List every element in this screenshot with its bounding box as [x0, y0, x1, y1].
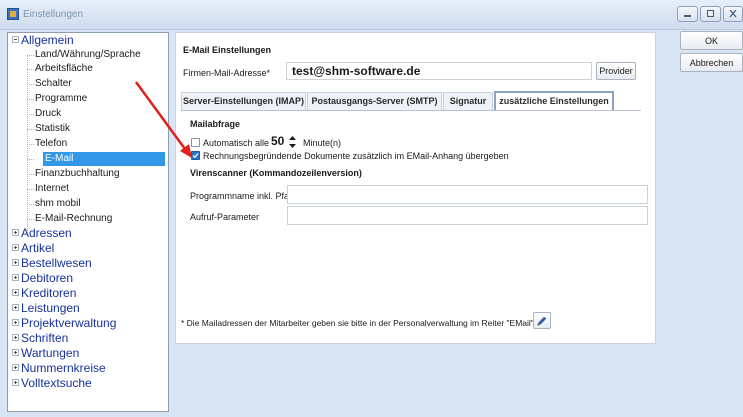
window-title: Einstellungen: [23, 9, 84, 20]
tree-node-label: Nummernkreise: [21, 361, 106, 375]
tree-node-label: Kreditoren: [21, 286, 77, 300]
tree-node-label: Schriften: [21, 331, 69, 345]
expand-icon[interactable]: [12, 304, 19, 311]
app-icon: [7, 8, 19, 20]
program-path-input[interactable]: [287, 185, 648, 204]
tree-item-finanzbuchhaltung[interactable]: Finanzbuchhaltung: [35, 167, 120, 181]
collapse-icon[interactable]: [12, 36, 19, 43]
tree-node-label: Projektverwaltung: [21, 316, 117, 330]
tree-item-shm-mobil[interactable]: shm mobil: [35, 197, 81, 211]
tree-node-artikel[interactable]: Artikel: [12, 241, 54, 255]
tree-node-adressen[interactable]: Adressen: [12, 226, 72, 240]
attach-documents-label: Rechnungsbegründende Dokumente zusätzlic…: [203, 151, 509, 161]
tree-item-schalter[interactable]: Schalter: [35, 77, 72, 91]
tree-item-telefon[interactable]: Telefon: [35, 137, 67, 151]
edit-employees-button[interactable]: [533, 312, 551, 329]
tree-node-label: Volltextsuche: [21, 376, 92, 390]
spinner-arrows-icon[interactable]: [288, 134, 297, 150]
expand-icon[interactable]: [12, 244, 19, 251]
tree-node-debitoren[interactable]: Debitoren: [12, 271, 73, 285]
call-params-label: Aufruf-Parameter: [190, 212, 260, 222]
tree-node-volltextsuche[interactable]: Volltextsuche: [12, 376, 92, 390]
tree-node-bestellwesen[interactable]: Bestellwesen: [12, 256, 92, 270]
tree-item-statistik[interactable]: Statistik: [35, 122, 70, 136]
tree-node-label: Bestellwesen: [21, 256, 92, 270]
interval-value[interactable]: 50: [271, 134, 284, 148]
tree-node-label: Adressen: [21, 226, 72, 240]
company-mail-label: Firmen-Mail-Adresse*: [183, 68, 271, 78]
virenscanner-heading: Virenscanner (Kommandozeilenversion): [190, 168, 362, 178]
program-path-label: Programmname inkl. Pfad: [190, 191, 295, 201]
tree-item-arbeitsflaeche[interactable]: Arbeitsfläche: [35, 62, 93, 76]
ok-button[interactable]: OK: [680, 31, 743, 50]
tree-node-label: Debitoren: [21, 271, 74, 285]
minimize-button[interactable]: [677, 6, 698, 22]
expand-icon[interactable]: [12, 379, 19, 386]
provider-button[interactable]: Provider: [596, 62, 636, 80]
tree-node-label: Leistungen: [21, 301, 80, 315]
expand-icon[interactable]: [12, 259, 19, 266]
tree-item-internet[interactable]: Internet: [35, 182, 69, 196]
tree-node-leistungen[interactable]: Leistungen: [12, 301, 80, 315]
interval-spinner[interactable]: [288, 134, 297, 150]
footer-note: * Die Mailadressen der Mitarbeiter geben…: [181, 318, 550, 328]
tree-node-kreditoren[interactable]: Kreditoren: [12, 286, 76, 300]
tab-signatur[interactable]: Signatur: [443, 92, 493, 110]
tree-item-email-rechnung[interactable]: E-Mail-Rechnung: [35, 212, 112, 226]
tree-node-allgemein[interactable]: Allgemein: [12, 33, 74, 47]
panel-heading: E-Mail Einstellungen: [183, 45, 272, 55]
tree-item-druck[interactable]: Druck: [35, 107, 61, 121]
expand-icon[interactable]: [12, 319, 19, 326]
tree-node-schriften[interactable]: Schriften: [12, 331, 68, 345]
expand-icon[interactable]: [12, 289, 19, 296]
pencil-icon: [537, 316, 547, 326]
tree-node-label: Wartungen: [21, 346, 80, 360]
tree-item-programme[interactable]: Programme: [35, 92, 87, 106]
tree-item-land-waehrung-sprache[interactable]: Land/Währung/Sprache: [35, 48, 141, 62]
cancel-button[interactable]: Abbrechen: [680, 53, 743, 72]
interval-unit: Minute(n): [303, 138, 342, 148]
tree-node-label: Artikel: [21, 241, 55, 255]
tree-node-nummernkreise[interactable]: Nummernkreise: [12, 361, 106, 375]
auto-check-label: Automatisch alle: [203, 138, 270, 148]
company-mail-input[interactable]: test@shm-software.de: [286, 62, 592, 80]
title-bar: Einstellungen: [0, 0, 743, 30]
expand-icon[interactable]: [12, 349, 19, 356]
tree-node-wartungen[interactable]: Wartungen: [12, 346, 79, 360]
red-arrow-annotation-icon: [134, 81, 192, 158]
tab-zusaetzliche-einstellungen[interactable]: zusätzliche Einstellungen: [494, 91, 614, 110]
expand-icon[interactable]: [12, 364, 19, 371]
tree-node-projektverwaltung[interactable]: Projektverwaltung: [12, 316, 116, 330]
call-params-input[interactable]: [287, 206, 648, 225]
tree-node-label: Allgemein: [21, 33, 74, 47]
maximize-button[interactable]: [700, 6, 721, 22]
tab-smtp[interactable]: Postausgangs-Server (SMTP): [307, 92, 442, 110]
expand-icon[interactable]: [12, 334, 19, 341]
close-button[interactable]: [723, 6, 743, 22]
expand-icon[interactable]: [12, 229, 19, 236]
expand-icon[interactable]: [12, 274, 19, 281]
